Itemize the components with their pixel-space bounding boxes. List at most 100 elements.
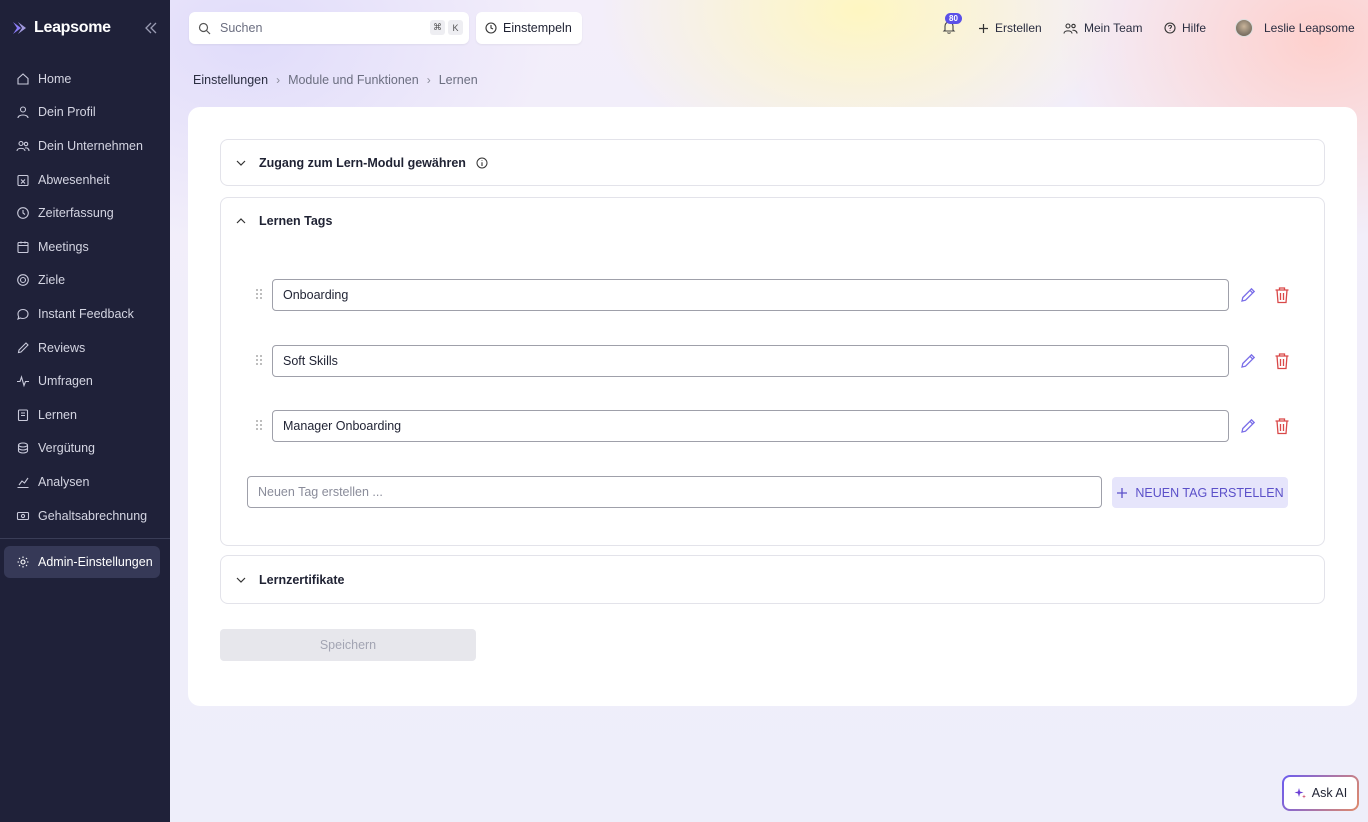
create-tag-label: NEUEN TAG ERSTELLEN <box>1135 485 1284 500</box>
sidebar-item-analytics[interactable]: Analysen <box>4 465 160 499</box>
home-icon <box>17 73 29 85</box>
sidebar-item-payroll[interactable]: Gehaltsabrechnung <box>4 499 160 533</box>
money-icon <box>16 511 30 520</box>
user-menu[interactable]: Leslie Leapsome <box>1235 12 1355 44</box>
sidebar-item-compensation[interactable]: Vergütung <box>4 432 160 466</box>
sidebar-item-surveys[interactable]: Umfragen <box>4 364 160 398</box>
chevron-down-icon <box>236 577 246 583</box>
drag-handle-icon[interactable] <box>255 419 263 431</box>
coins-icon <box>17 442 29 454</box>
sidebar-item-company[interactable]: Dein Unternehmen <box>4 129 160 163</box>
breadcrumb-learning: Lernen <box>438 73 478 87</box>
shortcut-k-key: K <box>448 20 463 35</box>
sidebar-item-learning[interactable]: Lernen <box>4 398 160 432</box>
user-name: Leslie Leapsome <box>1264 21 1355 35</box>
breadcrumb-modules[interactable]: Module und Funktionen <box>288 73 419 87</box>
sidebar-item-label: Vergütung <box>38 441 95 456</box>
collapse-sidebar-icon[interactable] <box>143 20 159 36</box>
my-team-button[interactable]: Mein Team <box>1063 12 1142 44</box>
chart-icon <box>17 477 29 488</box>
pencil-icon <box>17 341 29 353</box>
sidebar-item-label: Dein Unternehmen <box>38 138 143 153</box>
access-section: Zugang zum Lern-Modul gewähren <box>220 139 1325 186</box>
users-icon <box>16 140 30 152</box>
clock-icon <box>485 22 497 34</box>
chevron-right-icon: › <box>276 73 281 87</box>
access-section-title: Zugang zum Lern-Modul gewähren <box>259 155 466 170</box>
search-input[interactable] <box>220 21 420 35</box>
trash-icon[interactable] <box>1274 286 1290 304</box>
sidebar-item-admin-settings[interactable]: Admin-Einstellungen <box>4 546 160 578</box>
info-icon[interactable] <box>476 157 488 169</box>
tag-input[interactable] <box>272 345 1229 377</box>
sidebar-item-absence[interactable]: Abwesenheit <box>4 163 160 197</box>
user-icon <box>17 106 29 119</box>
certificates-section-title: Lernzertifikate <box>259 572 345 587</box>
my-team-label: Mein Team <box>1084 21 1143 35</box>
edit-pencil-icon[interactable] <box>1239 286 1257 304</box>
chevron-up-icon <box>236 217 246 223</box>
sparkle-icon <box>1294 787 1306 798</box>
breadcrumb: Einstellungen › Module und Funktionen › … <box>193 73 478 87</box>
ask-ai-button[interactable]: Ask AI <box>1282 775 1359 811</box>
tag-input[interactable] <box>272 410 1229 442</box>
help-icon <box>1164 22 1176 34</box>
tags-section-header[interactable]: Lernen Tags <box>235 198 332 243</box>
logo-text: Leapsome <box>34 19 111 36</box>
avatar <box>1235 19 1253 37</box>
target-icon <box>17 274 29 287</box>
chevron-right-icon: › <box>426 73 431 87</box>
gear-icon <box>17 556 29 568</box>
sidebar-item-label: Home <box>38 71 72 86</box>
leapsome-logo-icon <box>13 22 26 34</box>
shortcut-cmd-key: ⌘ <box>430 20 445 35</box>
team-icon <box>1063 22 1078 34</box>
certificates-section: Lernzertifikate <box>220 555 1325 604</box>
calendar-icon <box>17 241 29 253</box>
notification-badge: 80 <box>945 13 962 24</box>
trash-icon[interactable] <box>1274 417 1290 435</box>
sidebar-item-label: Meetings <box>38 239 89 254</box>
new-tag-input[interactable] <box>247 476 1102 508</box>
drag-handle-icon[interactable] <box>255 288 263 300</box>
edit-pencil-icon[interactable] <box>1239 417 1257 435</box>
tag-row <box>252 410 1292 442</box>
ask-ai-label: Ask AI <box>1311 786 1348 800</box>
sidebar-item-label: Analysen <box>38 474 90 489</box>
drag-handle-icon[interactable] <box>255 354 263 366</box>
sidebar-item-label: Abwesenheit <box>38 172 110 187</box>
certificates-section-header[interactable]: Lernzertifikate <box>235 556 344 603</box>
clock-in-label: Einstempeln <box>503 21 572 35</box>
sidebar-item-label: Instant Feedback <box>38 306 134 321</box>
sidebar-divider <box>0 538 170 539</box>
help-button[interactable]: Hilfe <box>1164 12 1206 44</box>
pulse-icon <box>17 375 29 388</box>
sidebar-item-instant-feedback[interactable]: Instant Feedback <box>4 297 160 331</box>
access-section-header[interactable]: Zugang zum Lern-Modul gewähren <box>235 140 488 185</box>
create-label: Erstellen <box>995 21 1042 35</box>
search-box[interactable]: ⌘ K <box>189 12 469 44</box>
clock-icon <box>17 207 29 220</box>
tag-row <box>252 279 1292 311</box>
chat-icon <box>17 308 29 320</box>
clock-in-button[interactable]: Einstempeln <box>476 12 582 44</box>
tag-input[interactable] <box>272 279 1229 311</box>
edit-pencil-icon[interactable] <box>1239 352 1257 370</box>
trash-icon[interactable] <box>1274 352 1290 370</box>
sidebar-item-time-tracking[interactable]: Zeiterfassung <box>4 196 160 230</box>
sidebar-item-profile[interactable]: Dein Profil <box>4 96 160 130</box>
plus-icon <box>979 23 988 33</box>
sidebar-item-label: Dein Profil <box>38 105 96 120</box>
sidebar-item-meetings[interactable]: Meetings <box>4 230 160 264</box>
breadcrumb-settings[interactable]: Einstellungen <box>193 73 268 87</box>
logo[interactable]: Leapsome <box>12 19 111 37</box>
create-tag-button[interactable]: NEUEN TAG ERSTELLEN <box>1112 477 1288 508</box>
book-icon <box>17 409 29 421</box>
sidebar-item-home[interactable]: Home <box>4 62 160 96</box>
sidebar-item-label: Admin-Einstellungen <box>38 555 153 569</box>
sidebar-item-goals[interactable]: Ziele <box>4 264 160 298</box>
sidebar-item-label: Umfragen <box>38 374 93 389</box>
create-button[interactable]: Erstellen <box>978 12 1042 44</box>
sidebar-item-reviews[interactable]: Reviews <box>4 331 160 365</box>
save-button[interactable]: Speichern <box>220 629 476 661</box>
